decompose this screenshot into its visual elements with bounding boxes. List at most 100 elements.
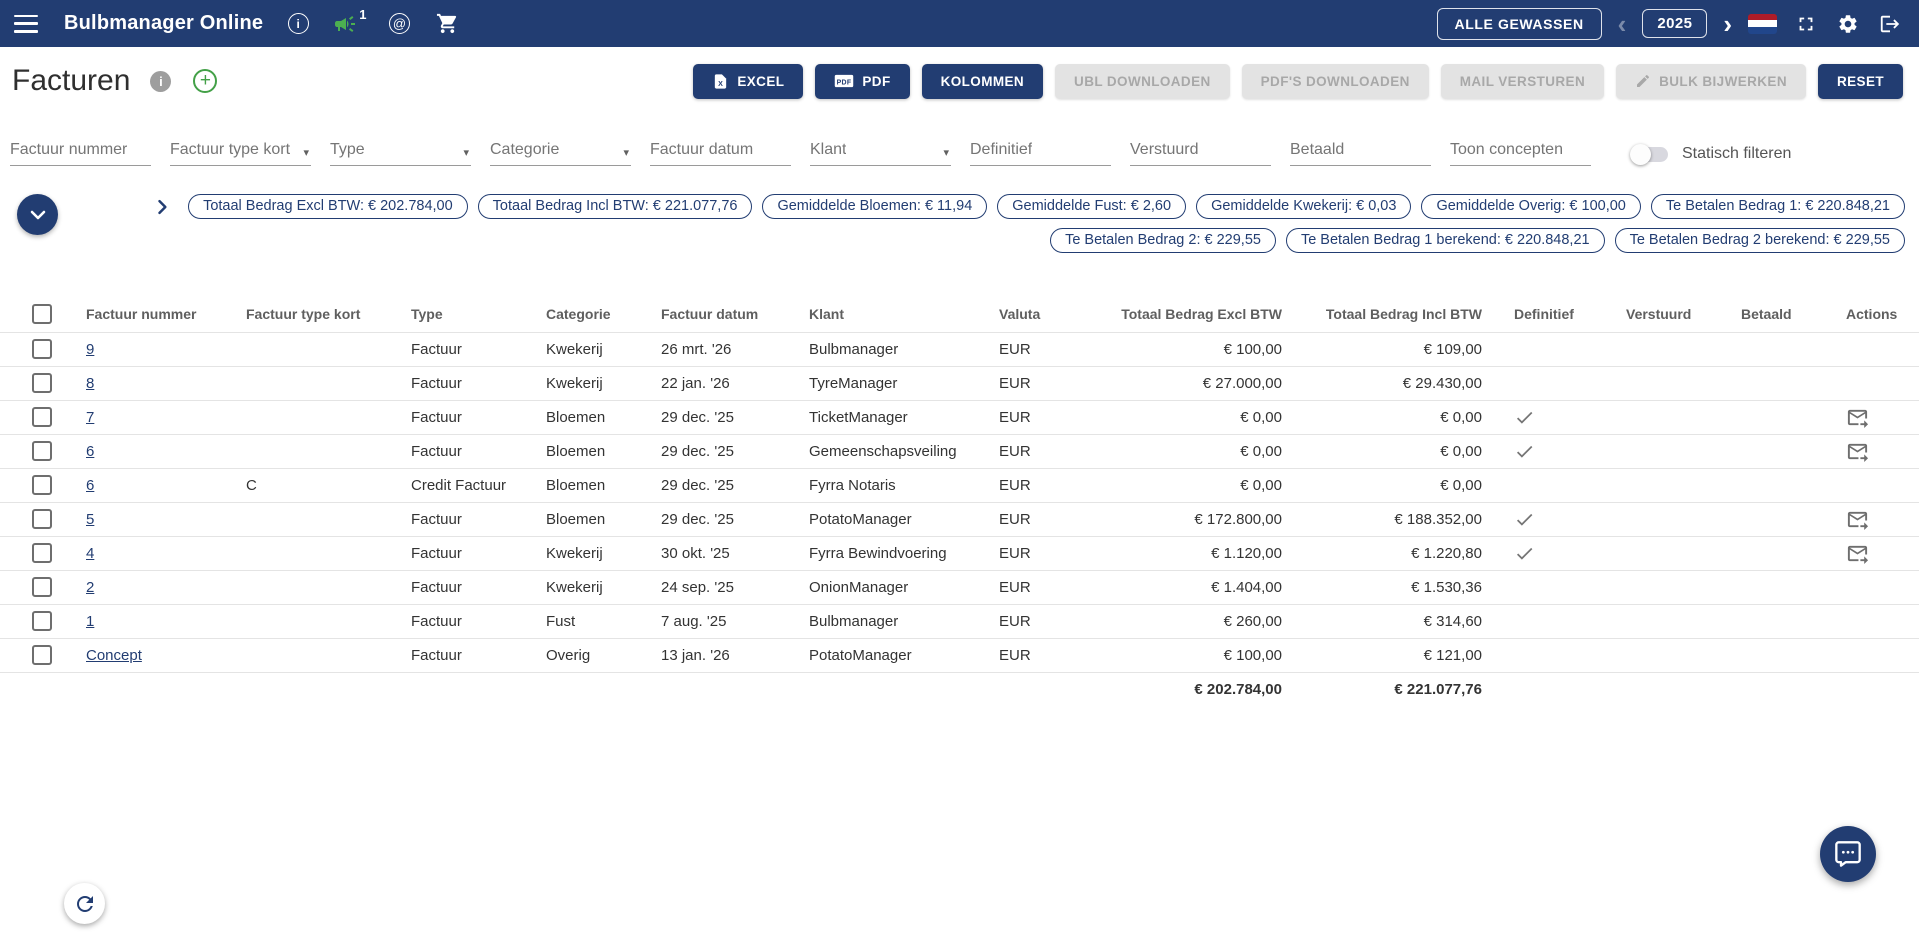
invoice-number-link[interactable]: Concept	[86, 647, 142, 664]
invoice-number-link[interactable]: 6	[86, 443, 94, 460]
cell-totaal-incl-btw: € 188.352,00	[1298, 502, 1498, 536]
cell-valuta: EUR	[983, 366, 1098, 400]
send-mail-button[interactable]	[1846, 406, 1869, 429]
cell-factuur-type-kort	[230, 434, 395, 468]
pdf-button[interactable]: PDFPDF	[815, 64, 909, 99]
cell-definitief	[1498, 502, 1610, 536]
kolommen-button[interactable]: KOLOMMEN	[922, 64, 1043, 99]
betaald-filter[interactable]: Betaald	[1290, 136, 1431, 166]
send-mail-button[interactable]	[1846, 508, 1869, 531]
cell-verstuurd	[1610, 604, 1725, 638]
cell-valuta: EUR	[983, 570, 1098, 604]
chat-button[interactable]	[1820, 826, 1876, 882]
categorie-filter[interactable]: Categorie▾	[490, 136, 631, 166]
invoice-number-link[interactable]: 9	[86, 341, 94, 358]
factuur-nummer-filter[interactable]: Factuur nummer	[10, 136, 151, 166]
reset-button[interactable]: RESET	[1818, 64, 1903, 99]
ubl-downloaden-button-label: UBL DOWNLOADEN	[1074, 74, 1211, 89]
cell-totaal-excl-btw: € 0,00	[1098, 434, 1298, 468]
send-mail-button[interactable]	[1846, 440, 1869, 463]
previous-year-chevron-icon[interactable]: ‹	[1618, 14, 1627, 34]
pencil-icon	[1635, 73, 1651, 89]
dutch-flag-icon[interactable]	[1748, 14, 1777, 34]
cell-definitief	[1498, 400, 1610, 434]
cell-totaal-excl-btw: € 172.800,00	[1098, 502, 1298, 536]
collapse-summary-button[interactable]	[17, 194, 58, 235]
cart-icon[interactable]	[434, 11, 460, 37]
row-checkbox[interactable]	[32, 373, 52, 393]
notification-count: 1	[359, 7, 366, 22]
klant-filter[interactable]: Klant▾	[810, 136, 951, 166]
invoice-number-link[interactable]: 1	[86, 613, 94, 630]
cell-klant: Gemeenschapsveiling	[793, 434, 983, 468]
row-checkbox[interactable]	[32, 441, 52, 461]
invoice-number-link[interactable]: 7	[86, 409, 94, 426]
verstuurd-filter[interactable]: Verstuurd	[1130, 136, 1271, 166]
definitief-filter[interactable]: Definitief	[970, 136, 1111, 166]
select-all-checkbox[interactable]	[32, 304, 52, 324]
menu-icon[interactable]	[14, 15, 38, 33]
logout-icon[interactable]	[1877, 11, 1903, 37]
column-header-actions: Actions	[1830, 296, 1919, 332]
factuur-datum-filter[interactable]: Factuur datum	[650, 136, 791, 166]
cell-definitief	[1498, 638, 1610, 672]
type-filter-label: Type	[330, 141, 365, 159]
row-checkbox[interactable]	[32, 645, 52, 665]
cell-factuur-type-kort	[230, 332, 395, 366]
cell-type: Factuur	[395, 638, 530, 672]
invoice-number-link[interactable]: 6	[86, 477, 94, 494]
row-checkbox[interactable]	[32, 611, 52, 631]
invoice-number-link[interactable]: 2	[86, 579, 94, 596]
cell-valuta: EUR	[983, 536, 1098, 570]
cell-actions	[1830, 434, 1919, 468]
summary-row2-chip-2: Te Betalen Bedrag 1 berekend: € 220.848,…	[1286, 228, 1605, 253]
table-row: 5FactuurBloemen29 dec. '25PotatoManagerE…	[0, 502, 1919, 536]
next-year-chevron-icon[interactable]: ›	[1723, 14, 1732, 34]
alle-gewassen-button[interactable]: ALLE GEWASSEN	[1437, 8, 1602, 40]
send-mail-button[interactable]	[1846, 542, 1869, 565]
ubl-downloaden-button: UBL DOWNLOADEN	[1055, 64, 1230, 99]
row-checkbox[interactable]	[32, 509, 52, 529]
type-filter[interactable]: Type▾	[330, 136, 471, 166]
cell-factuur-type-kort	[230, 366, 395, 400]
page-info-icon[interactable]: i	[150, 71, 171, 92]
cell-definitief	[1498, 536, 1610, 570]
mentions-icon[interactable]: @	[386, 11, 412, 37]
table-row: ConceptFactuurOverig13 jan. '26PotatoMan…	[0, 638, 1919, 672]
table-row: 6FactuurBloemen29 dec. '25Gemeenschapsve…	[0, 434, 1919, 468]
row-checkbox[interactable]	[32, 407, 52, 427]
mail-versturen-button-label: MAIL VERSTUREN	[1460, 74, 1585, 89]
toon-concepten-filter[interactable]: Toon concepten	[1450, 136, 1591, 166]
refresh-button[interactable]	[64, 883, 105, 924]
definitief-check-icon	[1514, 509, 1594, 530]
invoice-number-link[interactable]: 4	[86, 545, 94, 562]
settings-gear-icon[interactable]	[1835, 11, 1861, 37]
cell-factuur-datum: 24 sep. '25	[645, 570, 793, 604]
chevron-down-icon	[26, 203, 50, 227]
cell-valuta: EUR	[983, 434, 1098, 468]
row-checkbox[interactable]	[32, 577, 52, 597]
cell-factuur-datum: 7 aug. '25	[645, 604, 793, 638]
info-icon[interactable]: i	[285, 11, 311, 37]
row-checkbox[interactable]	[32, 475, 52, 495]
definitief-check-icon	[1514, 441, 1594, 462]
statisch-filteren-toggle[interactable]	[1632, 147, 1668, 162]
row-checkbox[interactable]	[32, 543, 52, 563]
page-title: Facturen	[12, 64, 130, 98]
invoice-number-link[interactable]: 5	[86, 511, 94, 528]
cell-verstuurd	[1610, 502, 1725, 536]
announcements-icon[interactable]: 1	[333, 12, 366, 36]
invoice-number-link[interactable]: 8	[86, 375, 94, 392]
cell-totaal-incl-btw: € 0,00	[1298, 434, 1498, 468]
row-checkbox[interactable]	[32, 339, 52, 359]
cell-totaal-incl-btw: € 109,00	[1298, 332, 1498, 366]
cell-factuur-datum: 29 dec. '25	[645, 400, 793, 434]
column-header-type: Type	[395, 296, 530, 332]
excel-button[interactable]: XEXCEL	[693, 64, 803, 99]
factuur-nummer-filter-label: Factuur nummer	[10, 141, 127, 159]
add-invoice-icon[interactable]: +	[193, 69, 217, 93]
factuur-type-kort-filter[interactable]: Factuur type kort▾	[170, 136, 311, 166]
chips-expand-chevron-icon[interactable]	[152, 197, 172, 217]
fullscreen-icon[interactable]	[1793, 11, 1819, 37]
year-button[interactable]: 2025	[1642, 9, 1707, 38]
